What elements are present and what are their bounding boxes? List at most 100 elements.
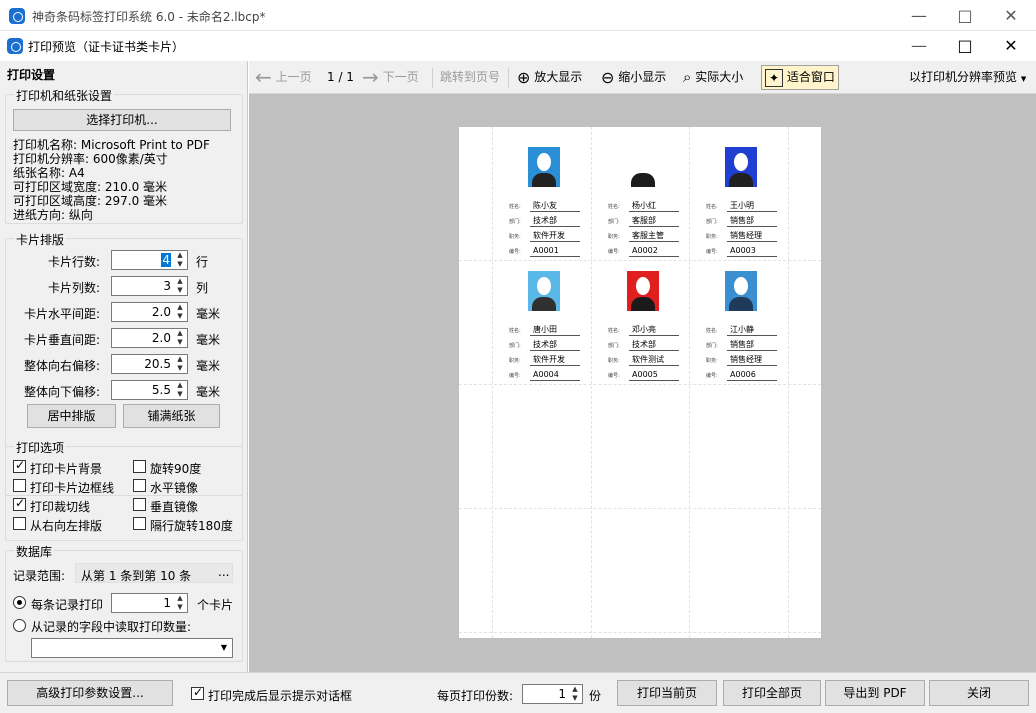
offset-right-down-icon[interactable]: ▼	[174, 364, 186, 373]
card-photo	[725, 271, 757, 311]
print-cutline-label: 打印裁切线	[30, 500, 91, 514]
dialog-maximize-icon[interactable]: □	[942, 31, 988, 61]
print-all-button[interactable]: 打印全部页	[723, 680, 821, 706]
chevron-down-icon: ▼	[220, 643, 227, 652]
offset-down-unit: 毫米	[196, 385, 221, 399]
v-mirror-checkbox[interactable]	[133, 498, 146, 511]
card-field-dept: 部门: 技术部	[608, 339, 688, 351]
record-range-field[interactable]: 从第 1 条到第 10 条 ...	[75, 563, 233, 583]
next-page-button[interactable]: → 下一页	[362, 61, 419, 94]
goto-page-button[interactable]: 跳转到页号	[440, 61, 500, 94]
dialog-minimize-icon[interactable]: —	[896, 31, 942, 61]
printer-group-title: 打印机和纸张设置	[14, 87, 115, 104]
field-select[interactable]: ▼	[31, 638, 233, 658]
id-card: 姓名: 唐小田 部门: 技术部 职务: 软件开发 编号: A0004	[493, 259, 591, 383]
copies-stepper[interactable]: 1 ▲ ▼	[522, 684, 583, 704]
h-spacing-unit: 毫米	[196, 307, 221, 321]
center-layout-button[interactable]: 居中排版	[27, 404, 116, 428]
export-pdf-button[interactable]: 导出到 PDF	[825, 680, 925, 706]
show-dialog-checkbox[interactable]	[191, 685, 204, 700]
card-field-job: 职务: 销售经理	[706, 230, 786, 242]
rows-up-icon[interactable]: ▲	[174, 251, 186, 260]
resolution-preview-dropdown[interactable]: 以打印机分辨率预览 ▼	[909, 61, 1026, 94]
rows-down-icon[interactable]: ▼	[174, 260, 186, 269]
card-field-value: A0005	[629, 370, 679, 381]
cols-up-icon[interactable]: ▲	[174, 277, 186, 286]
paper-direction: 进纸方向: 纵向	[13, 208, 93, 222]
actual-size-button[interactable]: ⌕ 实际大小	[683, 61, 743, 94]
card-photo	[627, 147, 659, 187]
app-icon	[9, 8, 25, 24]
offset-right-stepper[interactable]: 20.5 ▲ ▼	[111, 354, 188, 374]
preview-toolbar: ← 上一页 1 / 1 → 下一页 跳转到页号 ⊕ 放大显示 ⊖ 缩小显示 ⌕ …	[249, 61, 1036, 94]
printer-group: 打印机和纸张设置 选择打印机... 打印机名称: Microsoft Print…	[5, 87, 243, 224]
h-spacing-stepper[interactable]: 2.0 ▲ ▼	[111, 302, 188, 322]
h-spacing-up-icon[interactable]: ▲	[174, 303, 186, 312]
v-spacing-up-icon[interactable]: ▲	[174, 329, 186, 338]
offset-down-down-icon[interactable]: ▼	[174, 390, 186, 399]
show-dialog-label: 打印完成后显示提示对话框	[208, 689, 353, 703]
v-spacing-down-icon[interactable]: ▼	[174, 338, 186, 347]
zoom-in-button[interactable]: ⊕ 放大显示	[517, 61, 582, 94]
card-field-label: 职务:	[706, 358, 718, 364]
rotate90-checkbox[interactable]	[133, 460, 146, 473]
rtl-layout-checkbox[interactable]	[13, 517, 26, 530]
offset-right-up-icon[interactable]: ▲	[174, 355, 186, 364]
card-field-label: 编号:	[509, 249, 521, 255]
record-range-button[interactable]: ...	[218, 565, 229, 579]
each-record-stepper[interactable]: 1 ▲ ▼	[111, 593, 188, 613]
card-field-dept: 部门: 技术部	[509, 215, 589, 227]
minimize-icon[interactable]: —	[896, 0, 942, 31]
card-field-job: 职务: 软件开发	[509, 354, 589, 366]
page-indicator: 1 / 1	[327, 70, 354, 84]
card-field-value: 唐小田	[530, 325, 580, 336]
maximize-icon[interactable]: □	[942, 0, 988, 31]
print-border-checkbox[interactable]	[13, 479, 26, 492]
offset-down-up-icon[interactable]: ▲	[174, 381, 186, 390]
card-field-job: 职务: 销售经理	[706, 354, 786, 366]
app-title-bar: 神奇条码标签打印系统 6.0 - 未命名2.lbcp* — □ ✕	[0, 0, 1036, 31]
copies-label: 每页打印份数:	[437, 689, 514, 703]
offset-down-stepper[interactable]: 5.5 ▲ ▼	[111, 380, 188, 400]
copies-up-icon[interactable]: ▲	[569, 685, 581, 694]
print-cutline-checkbox[interactable]	[13, 496, 26, 511]
close-button[interactable]: 关闭	[929, 680, 1029, 706]
cols-stepper[interactable]: 3 ▲ ▼	[111, 276, 188, 296]
alt-rotate-label: 隔行旋转180度	[150, 519, 233, 533]
copies-down-icon[interactable]: ▼	[569, 694, 581, 703]
preview-page: 姓名: 陈小友 部门: 技术部 职务: 软件开发 编号: A0001 姓名: 杨小红 部门: 客服部职…	[459, 127, 821, 638]
card-field-value: A0004	[530, 370, 580, 381]
read-field-radio[interactable]	[13, 619, 26, 632]
h-spacing-down-icon[interactable]: ▼	[174, 312, 186, 321]
v-spacing-stepper[interactable]: 2.0 ▲ ▼	[111, 328, 188, 348]
arrow-right-icon: →	[362, 65, 379, 89]
alt-rotate-checkbox[interactable]	[133, 517, 146, 530]
fit-window-button[interactable]: ✦ 适合窗口	[761, 65, 839, 90]
card-field-id: 编号: A0004	[509, 369, 589, 381]
print-current-button[interactable]: 打印当前页	[617, 680, 717, 706]
advanced-settings-button[interactable]: 高级打印参数设置...	[7, 680, 173, 706]
select-printer-button[interactable]: 选择打印机...	[13, 109, 231, 131]
offset-right-unit: 毫米	[196, 359, 221, 373]
card-field-value: 技术部	[629, 340, 679, 351]
close-icon[interactable]: ✕	[988, 0, 1034, 31]
card-field-value: A0001	[530, 246, 580, 257]
prev-page-button[interactable]: ← 上一页	[255, 61, 312, 94]
each-record-down-icon[interactable]: ▼	[174, 603, 186, 612]
h-mirror-checkbox[interactable]	[133, 479, 146, 492]
each-record-radio[interactable]	[13, 596, 26, 609]
card-field-job: 职务: 客服主管	[608, 230, 688, 242]
each-record-up-icon[interactable]: ▲	[174, 594, 186, 603]
fill-paper-button[interactable]: 铺满纸张	[123, 404, 220, 428]
rows-stepper[interactable]: 4 ▲ ▼	[111, 250, 188, 270]
card-field-value: 杨小红	[629, 201, 679, 212]
zoom-out-button[interactable]: ⊖ 缩小显示	[601, 61, 666, 94]
print-background-checkbox[interactable]	[13, 458, 26, 473]
v-spacing-label: 卡片垂直间距:	[23, 333, 100, 347]
card-field-value: A0002	[629, 246, 679, 257]
card-field-dept: 部门: 技术部	[509, 339, 589, 351]
cut-line	[459, 384, 821, 385]
dialog-close-icon[interactable]: ✕	[988, 31, 1034, 61]
cols-down-icon[interactable]: ▼	[174, 286, 186, 295]
card-field-value: 销售部	[727, 340, 777, 351]
